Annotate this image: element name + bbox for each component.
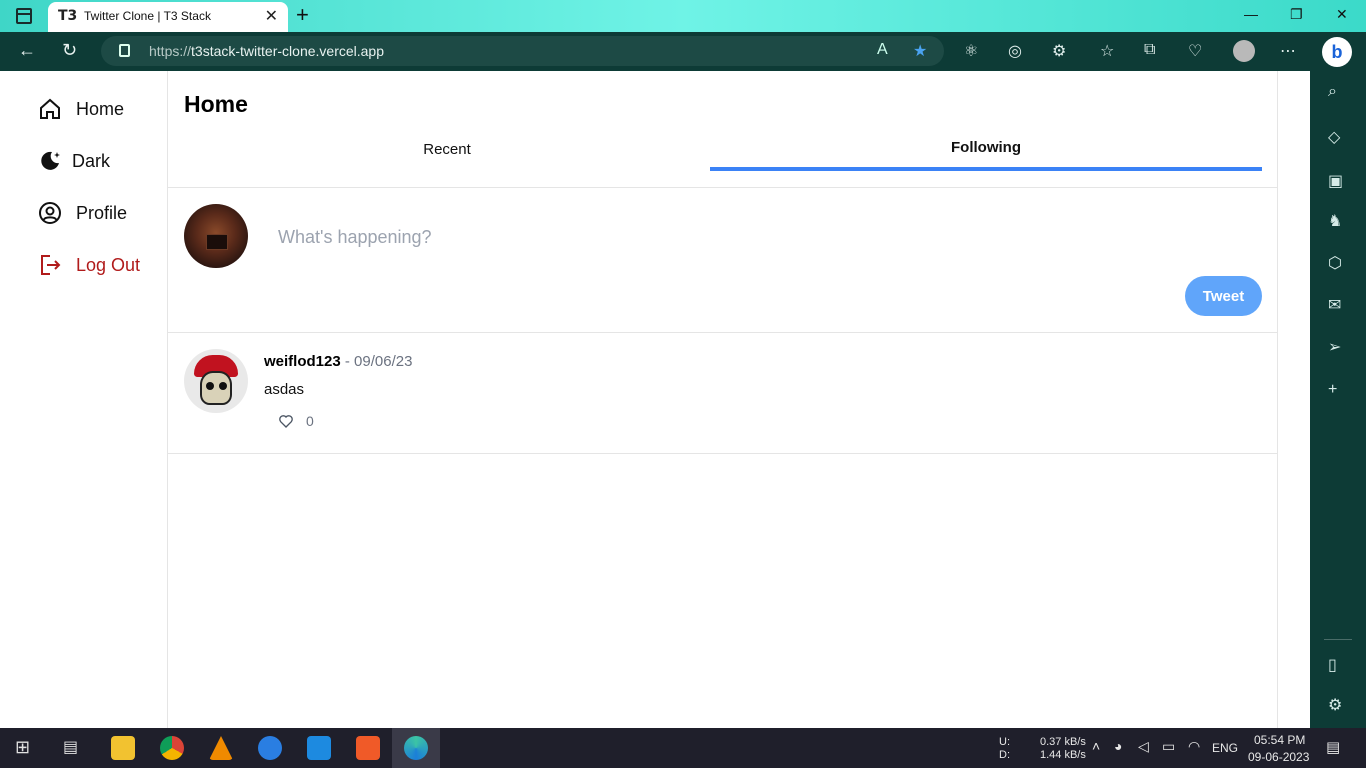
volume-icon[interactable]: ◁ [1138, 738, 1149, 755]
compose-tweet: Tweet [168, 188, 1278, 333]
extension-target-icon[interactable]: ◎ [1008, 41, 1022, 61]
sidebar-item-logout[interactable]: Log Out [38, 253, 140, 277]
bing-icon[interactable]: b [1322, 37, 1352, 67]
browser-side-panel: ⌕ ◇ ▣ ♞ ⬡ ✉ ➢ + ▯ ⚙ [1310, 71, 1366, 728]
home-icon [40, 98, 60, 119]
tweet-username[interactable]: weiflod123 [264, 353, 341, 370]
settings-icon[interactable]: ⚙ [1328, 695, 1342, 715]
edge-icon[interactable] [404, 736, 428, 760]
network-status-icon[interactable]: ◕ [1114, 738, 1122, 754]
tweet-separator: - [340, 353, 355, 370]
net-up-speed: 0.37 kB/s [1040, 736, 1086, 748]
new-tab-icon[interactable]: + [296, 2, 309, 28]
net-up-label: U: [999, 736, 1010, 748]
vlc-icon[interactable] [209, 736, 233, 760]
browser-titlebar: T3 Twitter Clone | T3 Stack ✕ + — ❐ ✕ [0, 0, 1366, 32]
url-field[interactable]: https://t3stack-twitter-clone.vercel.app… [101, 36, 944, 66]
t3-favicon-icon: T3 [58, 8, 78, 24]
feed-tabs: Recent Following [168, 131, 1278, 188]
refresh-icon[interactable]: ↻ [62, 40, 77, 61]
sidebar-item-dark[interactable]: Dark [38, 149, 110, 173]
more-options-icon[interactable]: ⋯ [1280, 41, 1296, 61]
tab-title: Twitter Clone | T3 Stack [84, 9, 211, 23]
windows-start-icon[interactable]: ⊞ [15, 737, 30, 758]
left-sidebar: Home Dark Profile Log Out [0, 71, 168, 728]
clock-time[interactable]: 05:54 PM [1254, 733, 1305, 747]
page-title: Home [184, 91, 248, 117]
main-feed: Home Recent Following Tweet weiflod123 -… [168, 71, 1278, 728]
close-window-icon[interactable]: ✕ [1336, 6, 1348, 23]
tab-actions-icon[interactable] [16, 8, 32, 24]
performance-icon[interactable]: ♡ [1188, 41, 1202, 61]
lock-icon [119, 44, 130, 57]
wifi-icon[interactable]: ◠ [1188, 738, 1200, 755]
sidebar-item-label: Dark [72, 150, 111, 171]
net-down-label: D: [999, 749, 1010, 761]
profile-avatar[interactable] [1233, 40, 1255, 62]
read-aloud-icon[interactable]: A [877, 41, 888, 59]
logout-icon [41, 255, 61, 275]
outlook-icon[interactable]: ✉ [1328, 295, 1341, 315]
chrome-icon[interactable] [160, 736, 184, 760]
taskbar: ⊞ ▤ U: D: 0.37 kB/s 1.44 kB/s ˄ ◕ ◁ ▭ ◠ … [0, 728, 1366, 768]
add-icon[interactable]: + [1328, 381, 1337, 399]
avatar[interactable] [184, 349, 248, 413]
avatar [184, 204, 248, 268]
close-tab-icon[interactable]: ✕ [265, 6, 278, 26]
send-icon[interactable]: ➢ [1328, 337, 1341, 357]
compose-input[interactable] [278, 222, 1178, 252]
like-count: 0 [306, 413, 314, 429]
file-explorer-icon[interactable] [111, 736, 135, 760]
minimize-icon[interactable]: — [1244, 6, 1258, 22]
shopping-tag-icon[interactable]: ◇ [1328, 127, 1340, 147]
tweet-text: asdas [264, 381, 305, 398]
page: Home Dark Profile Log Out Home Recent Fo… [0, 71, 1310, 728]
tweet-button[interactable]: Tweet [1185, 276, 1262, 316]
net-down-speed: 1.44 kB/s [1040, 749, 1086, 761]
react-devtools-icon[interactable]: ⚛ [964, 41, 978, 61]
favorites-icon[interactable]: ☆ [1100, 41, 1114, 61]
address-bar: ← ↻ https://t3stack-twitter-clone.vercel… [0, 32, 1366, 71]
games-icon[interactable]: ♞ [1328, 211, 1342, 231]
clock-date[interactable]: 09-06-2023 [1248, 750, 1309, 764]
extensions-icon[interactable]: ⚙ [1052, 41, 1066, 61]
tweet-meta: weiflod123 - 09/06/23 [264, 353, 412, 370]
tweet-date: 09/06/23 [354, 353, 413, 370]
collections-icon[interactable]: ⧉ [1144, 41, 1155, 59]
favorite-star-icon[interactable]: ★ [913, 41, 927, 61]
heart-icon [279, 415, 293, 428]
sidebar-item-label: Profile [76, 202, 128, 223]
moon-icon [41, 151, 60, 170]
search-icon[interactable]: ⌕ [1328, 83, 1337, 101]
notifications-icon[interactable]: ▤ [1326, 738, 1340, 756]
tab-following[interactable]: Following [710, 131, 1262, 171]
language-indicator[interactable]: ENG [1212, 741, 1238, 755]
battery-icon[interactable]: ▭ [1162, 738, 1175, 755]
brave-icon[interactable] [356, 736, 380, 760]
task-view-icon[interactable]: ▤ [63, 737, 78, 757]
like-button[interactable]: 0 [278, 413, 314, 429]
restore-icon[interactable]: ❐ [1290, 6, 1303, 23]
tools-icon[interactable]: ▣ [1328, 171, 1343, 191]
back-icon[interactable]: ← [18, 40, 36, 61]
sidebar-item-label: Home [76, 98, 125, 119]
url-text: https://t3stack-twitter-clone.vercel.app [149, 43, 384, 59]
browser-tab[interactable]: T3 Twitter Clone | T3 Stack ✕ [48, 2, 288, 32]
vscode-icon[interactable] [307, 736, 331, 760]
sidebar-item-profile[interactable]: Profile [38, 201, 127, 225]
sidebar-item-label: Log Out [76, 254, 141, 275]
sidebar-item-home[interactable]: Home [38, 97, 124, 121]
tab-recent[interactable]: Recent [184, 131, 710, 171]
office-icon[interactable]: ⬡ [1328, 253, 1342, 273]
firefox-icon[interactable] [258, 736, 282, 760]
chevron-up-icon[interactable]: ˄ [1092, 738, 1100, 754]
user-circle-icon [39, 202, 61, 224]
list-item: weiflod123 - 09/06/23 asdas 0 [168, 333, 1278, 454]
sidebar-toggle-icon[interactable]: ▯ [1328, 655, 1337, 675]
